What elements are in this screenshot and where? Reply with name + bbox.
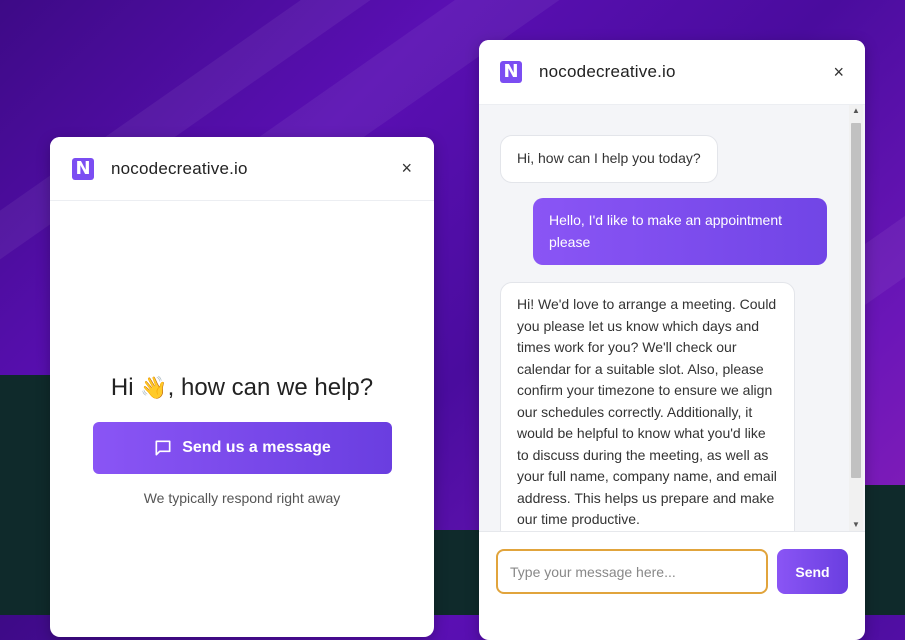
brand-name: nocodecreative.io: [111, 158, 248, 178]
send-us-message-button[interactable]: Send us a message: [92, 422, 392, 474]
chat-widget: N nocodecreative.io × Hi, how can I help…: [479, 40, 865, 640]
greeting-text: , how can we help?: [167, 374, 374, 401]
close-icon[interactable]: ×: [401, 158, 412, 179]
bot-message: Hi, how can I help you today?: [500, 135, 718, 183]
composer: Send: [479, 531, 865, 601]
chat-bubble-icon: [155, 440, 171, 456]
user-message: Hello, I'd like to make an appointment p…: [533, 198, 827, 265]
skyline-silhouette: [0, 375, 50, 615]
bot-message: Hi! We'd love to arrange a meeting. Coul…: [500, 282, 795, 531]
message-list[interactable]: Hi, how can I help you today? Hello, I'd…: [479, 105, 865, 531]
close-icon[interactable]: ×: [833, 62, 844, 83]
brand-name: nocodecreative.io: [539, 62, 676, 81]
welcome-panel: Hi 👋, how can we help? Send us a message…: [50, 374, 434, 506]
scroll-down-arrow-icon[interactable]: ▼: [849, 519, 863, 531]
brand-logo-icon: N: [72, 157, 94, 180]
wave-hand-icon: 👋: [140, 375, 168, 400]
greeting-heading: Hi 👋, how can we help?: [50, 374, 434, 402]
scroll-up-arrow-icon[interactable]: ▲: [849, 105, 863, 117]
skyline-silhouette: [434, 530, 479, 615]
widget-header: N nocodecreative.io ×: [479, 40, 865, 105]
message-input[interactable]: [496, 549, 768, 594]
widget-header: N nocodecreative.io ×: [50, 137, 434, 201]
greeting-text: Hi: [110, 374, 141, 401]
scrollbar-thumb[interactable]: [851, 123, 861, 478]
brand-logo-icon: N: [500, 61, 522, 83]
send-button-label: Send us a message: [182, 439, 331, 456]
send-button[interactable]: Send: [777, 549, 848, 594]
response-time-note: We typically respond right away: [143, 490, 341, 506]
chat-scrollbar[interactable]: ▲ ▼: [849, 105, 863, 531]
launcher-widget: N nocodecreative.io × Hi 👋, how can we h…: [50, 137, 434, 637]
skyline-silhouette: [865, 485, 905, 615]
